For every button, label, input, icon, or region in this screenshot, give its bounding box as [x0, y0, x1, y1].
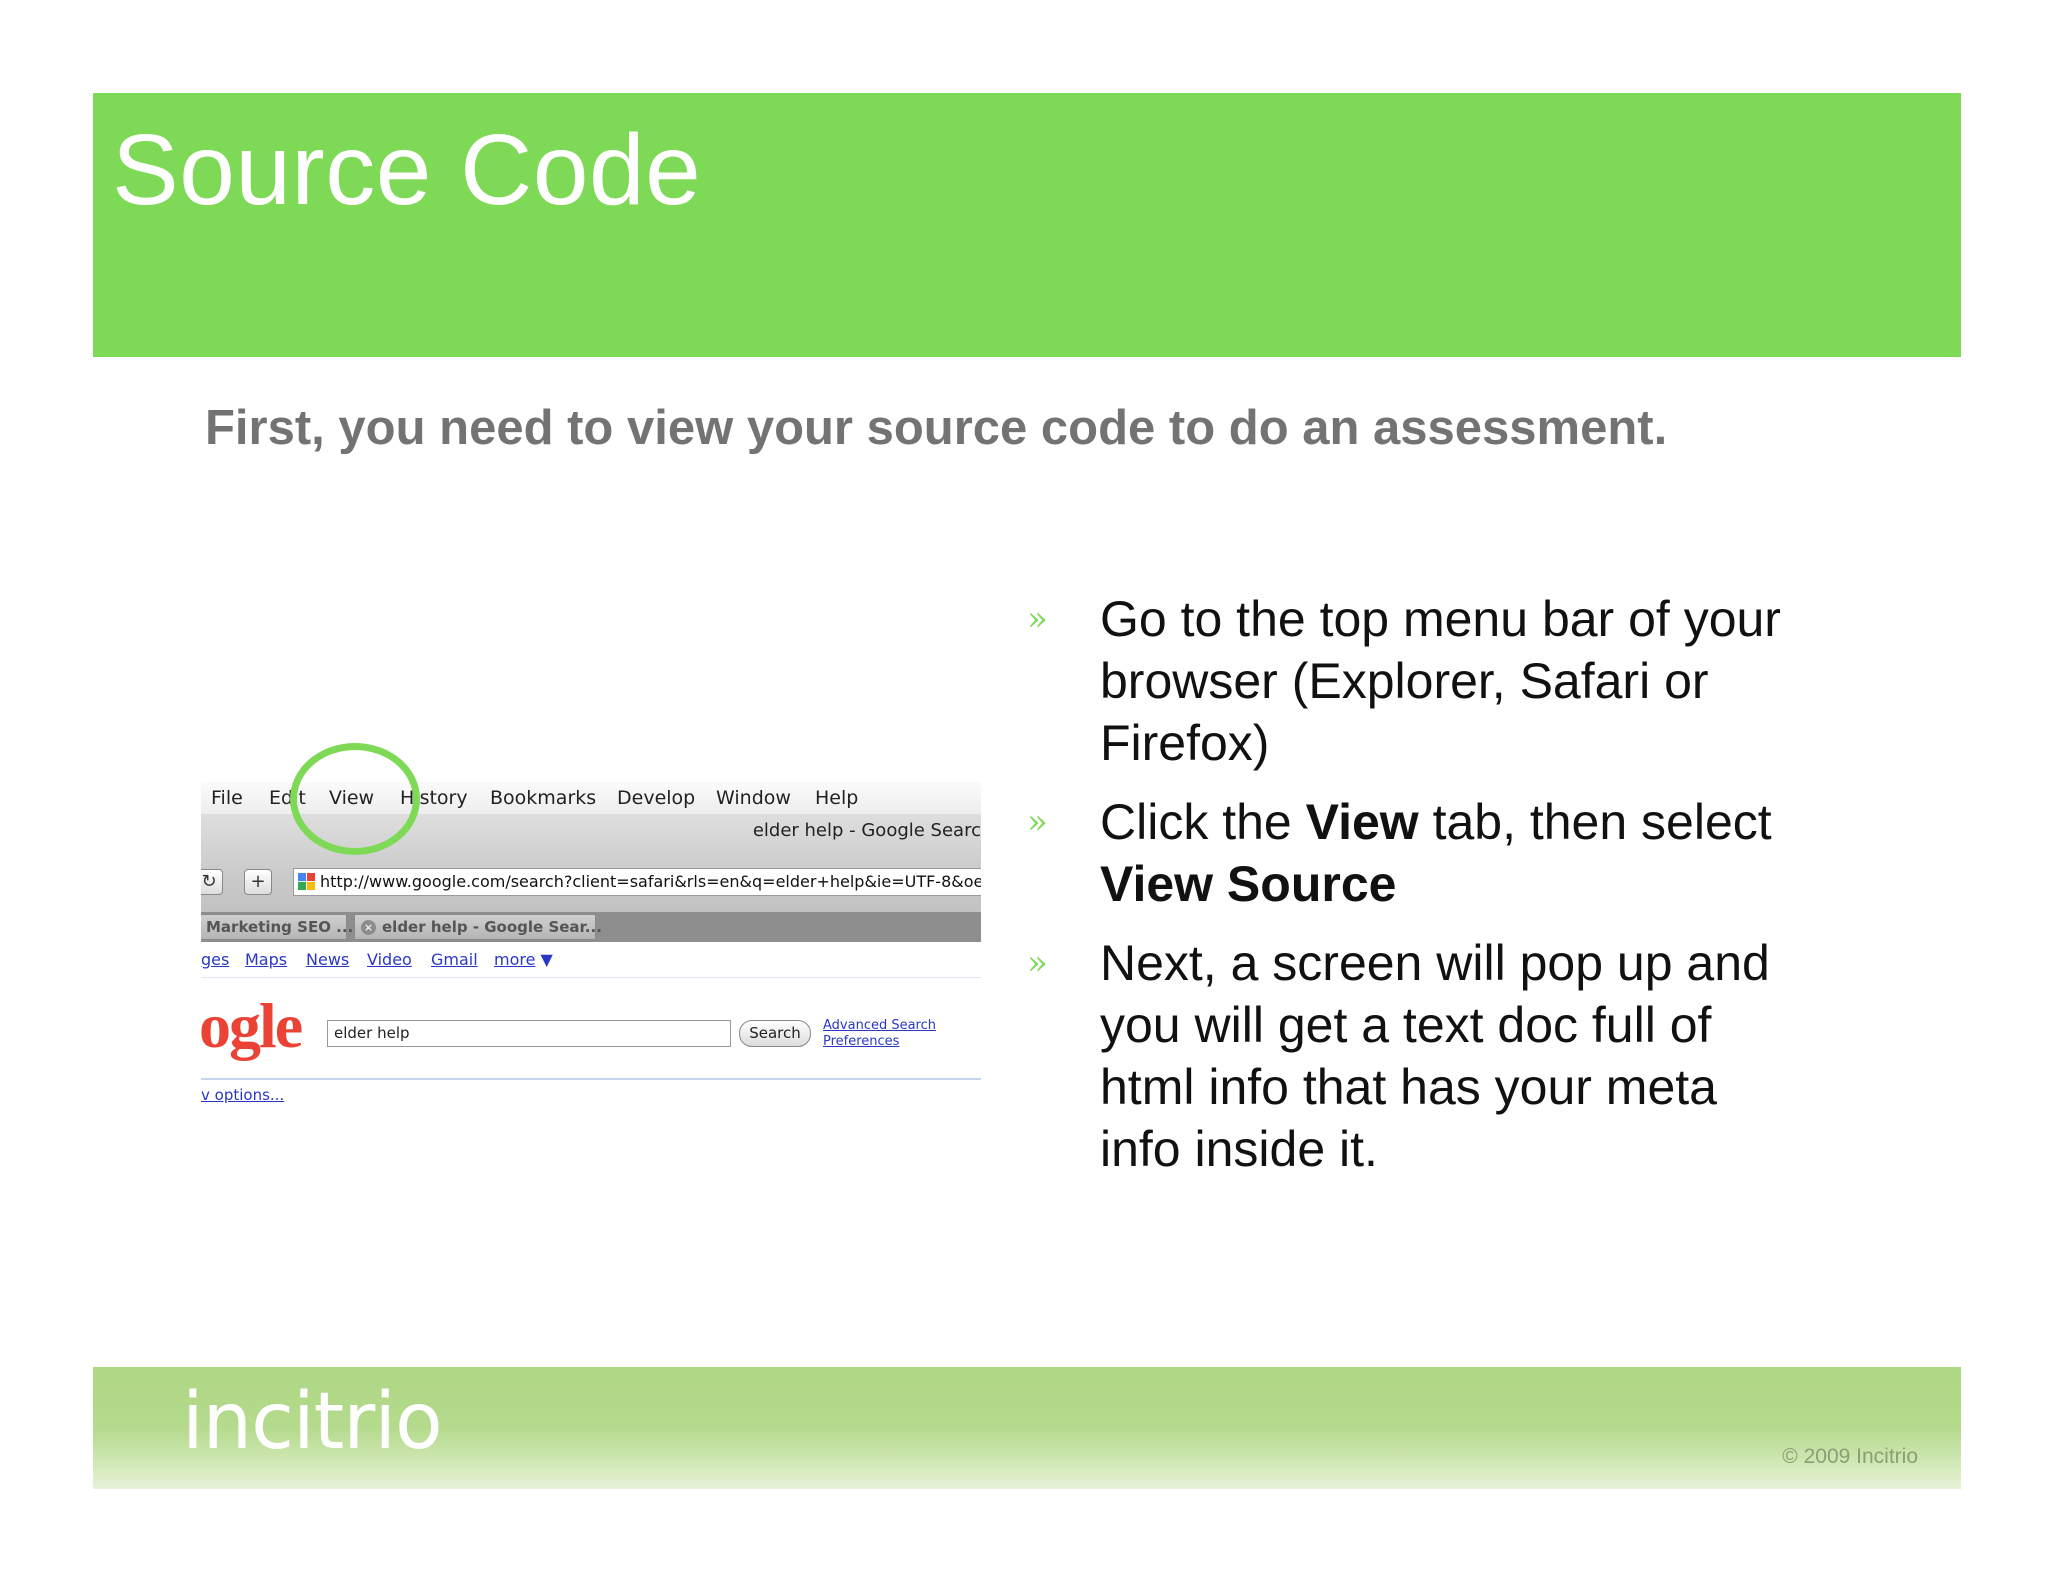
bullet-text-part: Click the — [1100, 794, 1306, 850]
copyright-text: © 2009 Incitrio — [1782, 1445, 1918, 1468]
bullet-item: » Next, a screen will pop up and you wil… — [1027, 932, 1787, 1180]
bullet-text: Go to the top menu bar of your browser (… — [1100, 591, 1781, 771]
bullet-text-part: tab, then select — [1418, 794, 1772, 850]
link-more[interactable]: more ▼ — [494, 950, 553, 969]
advanced-links: Advanced Search Preferences — [823, 1018, 936, 1050]
bullet-item: » Click the View tab, then select View S… — [1027, 791, 1787, 915]
menu-item-develop[interactable]: Develop — [617, 787, 695, 809]
logo-letters: ogle — [201, 990, 303, 1061]
menu-item-bookmarks[interactable]: Bookmarks — [490, 787, 596, 809]
chevron-down-icon: ▼ — [540, 950, 553, 969]
preferences-link[interactable]: Preferences — [823, 1034, 936, 1050]
slide-subtitle: First, you need to view your source code… — [205, 401, 1668, 455]
incitrio-logo: incitrio — [182, 1377, 443, 1467]
link-images[interactable]: ges — [201, 950, 229, 969]
chevron-right-icon: » — [1027, 943, 1048, 983]
menu-item-file[interactable]: File — [211, 787, 243, 809]
window-title: elder help - Google Searc — [752, 820, 981, 841]
plus-icon: + — [250, 871, 266, 892]
search-input[interactable]: elder help — [327, 1020, 731, 1047]
link-more-label: more — [494, 950, 536, 969]
reload-button[interactable]: ↻ — [201, 869, 223, 895]
results-divider — [201, 1078, 981, 1080]
link-maps[interactable]: Maps — [245, 950, 287, 969]
add-bookmark-button[interactable]: + — [244, 869, 272, 895]
menu-item-window[interactable]: Window — [716, 787, 791, 809]
reload-icon: ↻ — [201, 871, 217, 892]
link-news[interactable]: News — [306, 950, 349, 969]
menu-item-help[interactable]: Help — [815, 787, 858, 809]
slide-title: Source Code — [112, 114, 702, 226]
advanced-search-link[interactable]: Advanced Search — [823, 1018, 936, 1034]
show-options-link[interactable]: v options... — [201, 1086, 284, 1104]
google-favicon-icon — [298, 873, 316, 891]
link-gmail[interactable]: Gmail — [431, 950, 478, 969]
tab-label: elder help - Google Sear... — [382, 918, 602, 936]
bullet-text: Next, a screen will pop up and you will … — [1100, 935, 1770, 1177]
bullet-item: » Go to the top menu bar of your browser… — [1027, 588, 1787, 774]
bullet-text-bold: View — [1305, 794, 1419, 850]
url-text: http://www.google.com/search?client=safa… — [320, 872, 981, 891]
tab-marketing-seo[interactable]: Marketing SEO ... — [201, 914, 353, 940]
tab-bar: Marketing SEO ... × elder help - Google S… — [201, 912, 981, 942]
google-nav-links: ges Maps News Video Gmail more ▼ — [201, 944, 981, 978]
google-logo: ogle — [201, 994, 303, 1058]
chevron-right-icon: » — [1027, 802, 1048, 842]
address-bar[interactable]: http://www.google.com/search?client=safa… — [293, 868, 981, 896]
tab-elder-help[interactable]: × elder help - Google Sear... — [354, 914, 602, 940]
close-icon[interactable]: × — [361, 920, 376, 935]
bullet-list: » Go to the top menu bar of your browser… — [1027, 588, 1787, 1197]
view-menu-highlight-circle — [290, 743, 420, 855]
bullet-text: Click the View tab, then select View Sou… — [1100, 791, 1787, 915]
link-video[interactable]: Video — [367, 950, 412, 969]
search-button[interactable]: Search — [739, 1020, 811, 1047]
chevron-right-icon: » — [1027, 599, 1048, 639]
bullet-text-bold: View Source — [1100, 856, 1397, 912]
